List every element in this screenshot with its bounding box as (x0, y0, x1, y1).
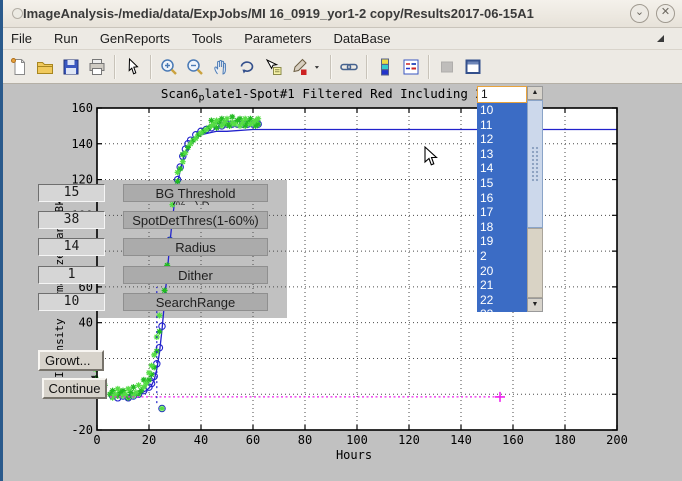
svg-text:200: 200 (606, 433, 628, 447)
searchrange-input[interactable]: 10 (38, 293, 105, 311)
edit-arrow-icon[interactable] (120, 53, 146, 81)
spot-list-scrollbar: ▲ ▼ (527, 86, 543, 312)
svg-text:100: 100 (346, 433, 368, 447)
radius-label: Radius (123, 238, 268, 256)
svg-text:180: 180 (554, 433, 576, 447)
spot-list-item-16[interactable]: 16 (477, 191, 527, 206)
window-chrome: ImageAnalysis-/media/data/ExpJobs/MI 16_… (0, 0, 682, 84)
growth-mode-dropdown[interactable]: Growt... ▼ (38, 350, 104, 371)
spotdetthres-1-60-input[interactable]: 38 (38, 211, 105, 229)
menu-database[interactable]: DataBase (322, 28, 401, 49)
zoom-out-icon[interactable] (182, 53, 208, 81)
menu-tools[interactable]: Tools (181, 28, 233, 49)
insert-colorbar-icon[interactable] (372, 53, 398, 81)
toolbar-separator (150, 55, 152, 79)
spot-number-input[interactable]: 1 (477, 86, 527, 103)
toolbar-separator (114, 55, 116, 79)
dock-figure-icon[interactable] (460, 53, 486, 81)
menu-run[interactable]: Run (43, 28, 89, 49)
svg-text:Hours: Hours (336, 448, 372, 462)
menu-genreports[interactable]: GenReports (89, 28, 181, 49)
scrollbar-down-icon[interactable]: ▼ (527, 298, 543, 312)
close-button[interactable]: ✕ (656, 4, 675, 23)
spot-list-item-15[interactable]: 15 (477, 176, 527, 191)
growth-dropdown-label: Growt... (45, 353, 91, 368)
spot-list-item-2[interactable]: 2 (477, 249, 527, 264)
spot-list-item-22[interactable]: 22 (477, 293, 527, 308)
scrollbar-track[interactable] (527, 228, 543, 298)
scrollbar-up-icon[interactable]: ▲ (527, 86, 543, 100)
insert-legend-icon[interactable] (398, 53, 424, 81)
spot-list-item-21[interactable]: 21 (477, 278, 527, 293)
background-window-edge (0, 0, 3, 481)
print-icon[interactable] (84, 53, 110, 81)
spotdetthres-1-60-label: SpotDetThres(1-60%) (123, 211, 268, 229)
svg-text:-20: -20 (71, 423, 93, 437)
window-title: ImageAnalysis-/media/data/ExpJobs/MI 16_… (23, 6, 630, 21)
rotate-3d-icon[interactable] (234, 53, 260, 81)
open-file-icon[interactable] (32, 53, 58, 81)
svg-text:0: 0 (93, 433, 100, 447)
title-bar[interactable]: ImageAnalysis-/media/data/ExpJobs/MI 16_… (0, 0, 682, 28)
spot-list-item-11[interactable]: 11 (477, 118, 527, 133)
spot-list-item-17[interactable]: 17 (477, 205, 527, 220)
brush-caret-icon[interactable] (312, 53, 326, 81)
scrollbar-grip (531, 146, 540, 182)
hide-plot-tools-icon[interactable] (434, 53, 460, 81)
svg-text:80: 80 (298, 433, 312, 447)
toolbar-separator (330, 55, 332, 79)
menu-bar: FileRunGenReportsToolsParametersDataBase (0, 28, 682, 50)
svg-text:160: 160 (502, 433, 524, 447)
spot-list-item-13[interactable]: 13 (477, 147, 527, 162)
new-figure-icon[interactable] (6, 53, 32, 81)
spot-list-item-12[interactable]: 12 (477, 132, 527, 147)
svg-text:120: 120 (398, 433, 420, 447)
spot-list-item-23[interactable]: 23 (477, 307, 527, 312)
spot-list-item-20[interactable]: 20 (477, 264, 527, 279)
continue-button[interactable]: Continue (42, 378, 107, 399)
bg-threshold-input[interactable]: 15 (38, 184, 105, 202)
link-plots-icon[interactable] (336, 53, 362, 81)
window-icon (12, 8, 23, 19)
spot-number-list: 10111213141516171819220212223 (477, 103, 527, 312)
svg-text:40: 40 (194, 433, 208, 447)
svg-text:140: 140 (450, 433, 472, 447)
spot-list-item-19[interactable]: 19 (477, 234, 527, 249)
data-cursor-icon[interactable] (260, 53, 286, 81)
radius-input[interactable]: 14 (38, 238, 105, 256)
dither-label: Dither (123, 266, 268, 284)
save-figure-icon[interactable] (58, 53, 84, 81)
zoom-in-icon[interactable] (156, 53, 182, 81)
minimize-button[interactable]: ⌄ (630, 4, 649, 23)
dither-input[interactable]: 1 (38, 266, 105, 284)
toolbar (0, 50, 682, 84)
svg-text:160: 160 (71, 101, 93, 115)
spot-list-item-10[interactable]: 10 (477, 103, 527, 118)
mouse-cursor-icon (424, 146, 438, 166)
spot-list-item-14[interactable]: 14 (477, 161, 527, 176)
bg-threshold-sublabel-clipped: (%...) D... (123, 200, 268, 205)
menu-file[interactable]: File (0, 28, 43, 49)
spot-list-item-18[interactable]: 18 (477, 220, 527, 235)
scrollbar-thumb[interactable] (527, 100, 543, 228)
svg-text:20: 20 (142, 433, 156, 447)
searchrange-label: SearchRange (123, 293, 268, 311)
toolbar-separator (366, 55, 368, 79)
svg-text:40: 40 (79, 316, 93, 330)
pan-hand-icon[interactable] (208, 53, 234, 81)
svg-text:140: 140 (71, 137, 93, 151)
menu-overflow-icon[interactable] (657, 35, 664, 42)
toolbar-separator (428, 55, 430, 79)
menu-parameters[interactable]: Parameters (233, 28, 322, 49)
brush-icon[interactable] (286, 53, 312, 81)
svg-text:60: 60 (246, 433, 260, 447)
